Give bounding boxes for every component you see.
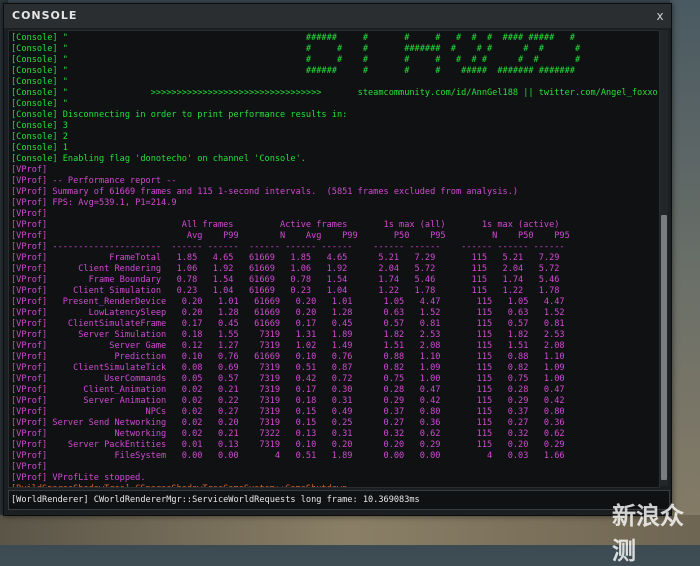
console-line: [VProf] Prediction 0.10 0.76 61669 0.10 …: [11, 352, 565, 362]
console-line: [VProf]: [11, 209, 48, 219]
console-line: [Console] ": [11, 77, 68, 87]
console-line: [VProf] Networking 0.02 0.21 7322 0.13 0…: [11, 429, 565, 439]
console-line: [VProf] FrameTotal 1.85 4.65 61669 1.85 …: [11, 253, 560, 263]
console-line: [VProf] ClientSimulateFrame 0.17 0.45 61…: [11, 319, 565, 329]
console-line: [Console] Disconnecting in order to prin…: [11, 110, 348, 120]
watermark-logo: 新浪众测: [612, 502, 684, 565]
console-line: [Console] " >>>>>>>>>>>>>>>>>>>>>>>>>>>>…: [11, 88, 658, 98]
console-line: [VProf] FPS: Avg=539.1, P1=214.9: [11, 198, 177, 208]
console-window: CONSOLE x [Console] " ###### # # # # # #…: [3, 3, 672, 516]
console-line: [VProf] Server PackEntities 0.01 0.13 73…: [11, 440, 565, 450]
console-input-row[interactable]: [8, 490, 670, 510]
close-icon[interactable]: x: [653, 8, 667, 24]
console-line: [Console] " # # # ####### # # # # # #: [11, 44, 581, 54]
console-line: [VProf] NPCs 0.02 0.27 7319 0.15 0.49 0.…: [11, 407, 565, 417]
console-line: [Console] 2: [11, 132, 68, 142]
console-line: [Console] 3: [11, 121, 68, 131]
console-line: [Console] Enabling flag 'donotecho' on c…: [11, 154, 306, 164]
console-input[interactable]: [11, 493, 651, 507]
scrollbar[interactable]: [660, 30, 668, 486]
console-line: [Console] ": [11, 99, 68, 109]
console-line: [VProf] Client Rendering 1.06 1.92 61669…: [11, 264, 560, 274]
console-line: [BuildSparseShadowTree] CSparseShadowTre…: [11, 484, 347, 487]
scroll-thumb[interactable]: [661, 215, 667, 480]
console-line: [Console] " ###### # # # # # # #### ####…: [11, 33, 575, 43]
console-titlebar[interactable]: CONSOLE x: [4, 4, 671, 28]
console-title: CONSOLE: [12, 9, 78, 22]
console-line: [VProf] All frames Active frames 1s max …: [11, 220, 560, 230]
console-line: [Console] 1: [11, 143, 68, 153]
console-line: [VProf] Client Simulation 0.23 1.04 6166…: [11, 286, 560, 296]
console-line: [VProf] LowLatencySleep 0.20 1.28 61669 …: [11, 308, 565, 318]
console-line: [VProf]: [11, 462, 48, 472]
console-line: [VProf] Summary of 61669 frames and 115 …: [11, 187, 519, 197]
console-line: [VProf] Present_RenderDevice 0.20 1.01 6…: [11, 297, 565, 307]
console-line: [VProf] Server Animation 0.02 0.22 7319 …: [11, 396, 565, 406]
console-line: [VProf] Avg P99 N Avg P99 P50 P95 N P50 …: [11, 231, 570, 241]
console-line: [VProf] Client_Animation 0.02 0.21 7319 …: [11, 385, 565, 395]
console-line: [VProf] -- Performance report --: [11, 176, 177, 186]
game-background-right: [670, 0, 700, 545]
console-output: [Console] " ###### # # # # # # #### ####…: [8, 30, 660, 488]
console-line: [VProf] FileSystem 0.00 0.00 4 0.51 1.89…: [11, 451, 565, 461]
console-line: [VProf] Server Send Networking 0.02 0.20…: [11, 418, 565, 428]
console-line: [VProf] ClientSimulateTick 0.08 0.69 731…: [11, 363, 565, 373]
game-background-bottom: [0, 515, 700, 545]
console-line: [VProf] VProfLite stopped.: [11, 473, 146, 483]
console-line: [VProf] Frame Boundary 0.78 1.54 61669 0…: [11, 275, 560, 285]
console-line: [VProf] Server Game 0.12 1.27 7319 1.02 …: [11, 341, 565, 351]
console-line: [VProf] UserCommands 0.05 0.57 7319 0.42…: [11, 374, 565, 384]
console-line: [Console] " ###### # # # ##### ####### #…: [11, 66, 575, 76]
console-line: [VProf]: [11, 165, 48, 175]
console-line: [Console] " # # # # # # # # # # #: [11, 55, 581, 65]
console-line: [VProf] --------------------- ------ ---…: [11, 242, 565, 252]
console-line: [VProf] Server Simulation 0.18 1.55 7319…: [11, 330, 565, 340]
